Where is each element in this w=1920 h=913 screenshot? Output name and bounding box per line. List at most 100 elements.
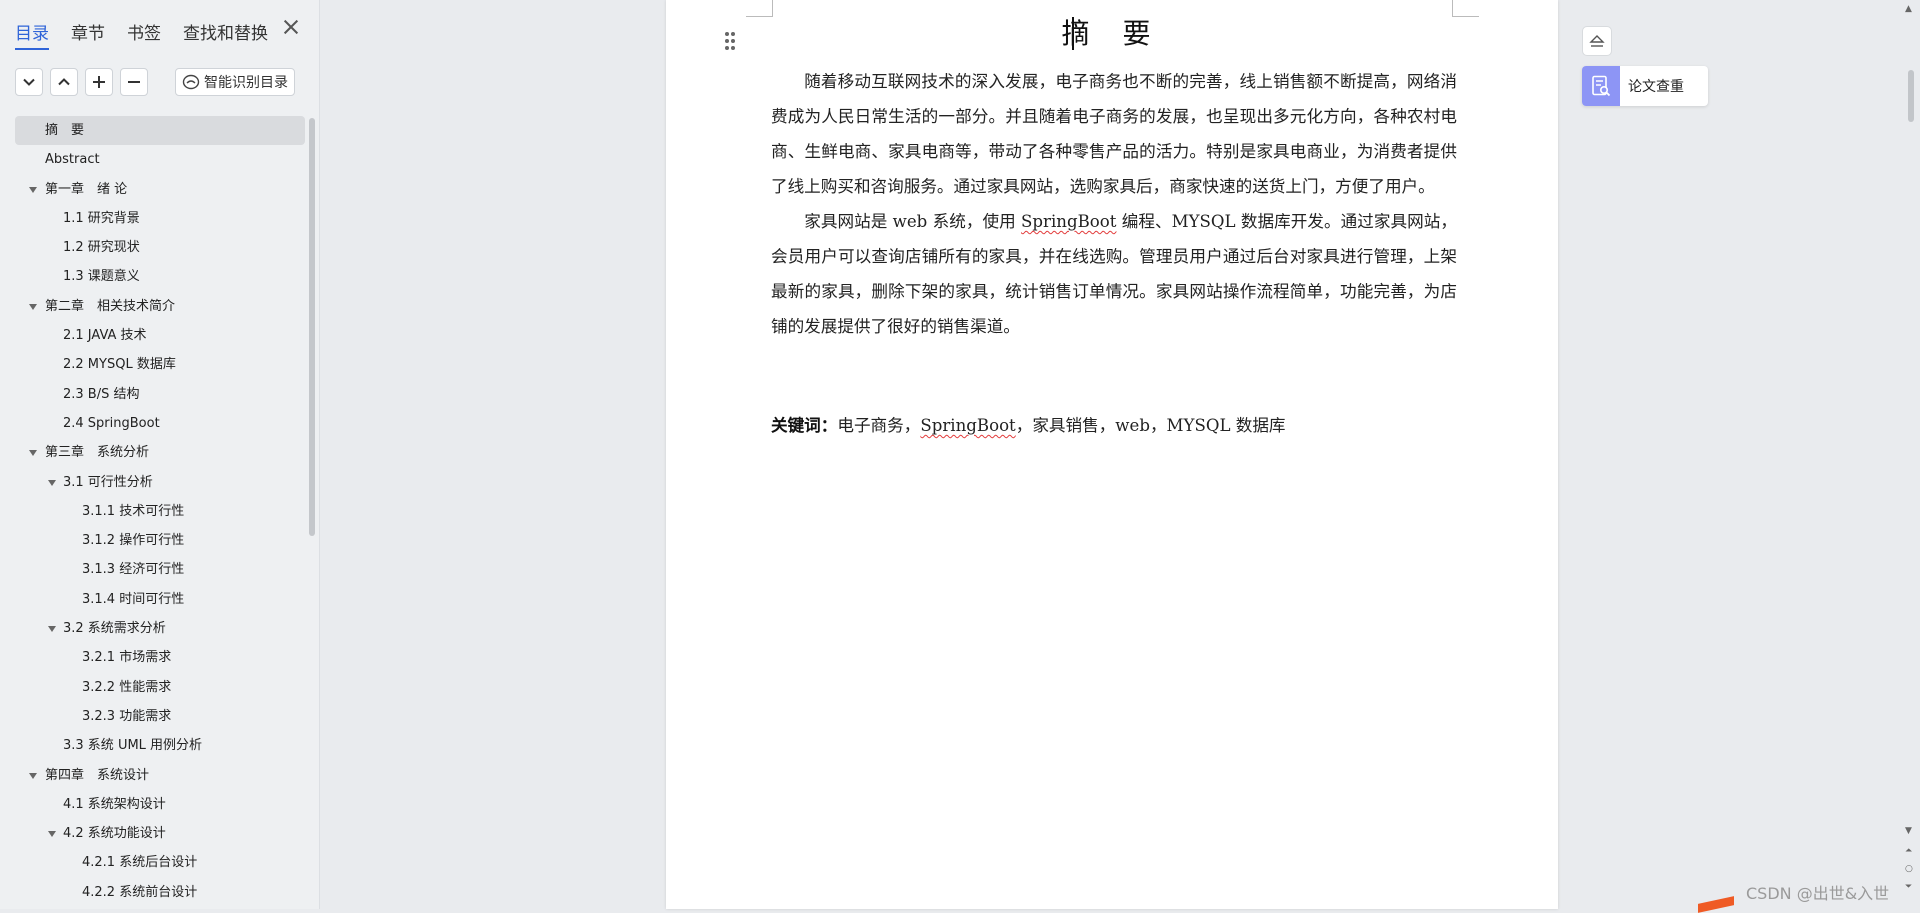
toc-item-label: 4.1 系统架构设计 (63, 796, 166, 812)
toc-item[interactable]: 第二章 相关技术简介 (15, 292, 305, 321)
minus-icon (128, 81, 140, 83)
toc-item-label: 4.2.1 系统后台设计 (82, 855, 198, 871)
toc-item-label: 摘 要 (45, 123, 85, 138)
toc-item[interactable]: 4.1 系统架构设计 (15, 790, 305, 819)
toc-item[interactable]: 第三章 系统分析 (15, 438, 305, 467)
toc-item[interactable]: 1.2 研究现状 (15, 233, 305, 262)
expand-level-button[interactable] (50, 68, 78, 96)
expand-caret-icon[interactable] (29, 772, 37, 779)
document-scrollbar[interactable]: ▲ ▼ ⏶ ○ ⏷ (1900, 0, 1920, 909)
toc-item[interactable]: 2.3 B/S 结构 (15, 380, 305, 409)
toc-item-label: 3.1.4 时间可行性 (82, 591, 185, 607)
toc-item-label: 2.3 B/S 结构 (63, 386, 140, 402)
eject-icon (1589, 35, 1605, 47)
chevron-up-icon (58, 78, 70, 86)
spellcheck-word[interactable]: SpringBoot (1021, 212, 1116, 231)
watermark: CSDN @出世&入世 (1746, 884, 1890, 903)
tab-bookmarks[interactable]: 书签 (127, 19, 161, 44)
document-page[interactable]: 摘 要 随着移动互联网技术的深入发展，电子商务也不断的完善，线上销售额不断提高，… (666, 0, 1558, 909)
select-browse-object-icon[interactable]: ○ (1905, 864, 1913, 874)
toc-item[interactable]: 4.2.2 系统前台设计 (15, 878, 305, 907)
expand-caret-icon[interactable] (29, 450, 37, 457)
toc-item[interactable]: 3.2.3 功能需求 (15, 702, 305, 731)
toc-item-label: 4.2.2 系统前台设计 (82, 884, 198, 900)
toc-item[interactable]: 3.3 系统 UML 用例分析 (15, 731, 305, 760)
toc-item[interactable]: 2.2 MYSQL 数据库 (15, 350, 305, 379)
keywords-label: 关键词： (771, 415, 838, 435)
toc-item-label: 3.3 系统 UML 用例分析 (63, 738, 203, 754)
collapse-panel-button[interactable] (1582, 26, 1612, 56)
plagiarism-check-label: 论文查重 (1628, 79, 1684, 95)
spellcheck-word[interactable]: SpringBoot (920, 416, 1015, 435)
toc-item-label: 3.1 可行性分析 (63, 474, 153, 490)
toc-item[interactable]: 2.1 JAVA 技术 (15, 321, 305, 350)
toc-item-label: 3.1.1 技术可行性 (82, 503, 185, 519)
toc-item-label: 1.3 课题意义 (63, 269, 140, 285)
toc-item[interactable]: 第一章 绪 论 (15, 175, 305, 204)
smart-toc-button[interactable]: 智能识别目录 (175, 68, 295, 96)
keywords-text: 电子商务， (837, 416, 921, 435)
toc-item[interactable]: 3.1.3 经济可行性 (15, 555, 305, 584)
toc-item-label: 3.1.3 经济可行性 (82, 562, 185, 578)
expand-caret-icon[interactable] (48, 479, 56, 486)
toc-item[interactable]: 4.2.1 系统后台设计 (15, 848, 305, 877)
add-heading-button[interactable] (85, 68, 113, 96)
abstract-body[interactable]: 随着移动互联网技术的深入发展，电子商务也不断的完善，线上销售额不断提高，网络消费… (771, 64, 1457, 344)
abstract-paragraph[interactable]: 家具网站是 web 系统，使用 SpringBoot 编程、MYSQL 数据库开… (771, 204, 1457, 344)
keywords-line[interactable]: 关键词：电子商务，SpringBoot，家具销售，web，MYSQL 数据库 (771, 412, 1286, 436)
scrollbar-thumb[interactable] (1908, 70, 1914, 122)
navigation-pane: 目录 章节 书签 查找和替换 智能识别目录 摘 要 Abstract 第一章 绪 论… (0, 0, 320, 909)
next-page-icon[interactable]: ⏷ (1905, 882, 1912, 892)
expand-caret-icon[interactable] (29, 186, 37, 193)
toc-item[interactable]: 3.1.2 操作可行性 (15, 526, 305, 555)
toc-item-label: 3.2.3 功能需求 (82, 708, 172, 724)
toc-item-label: 1.2 研究现状 (63, 240, 140, 256)
toc-item-label: 第二章 相关技术简介 (45, 298, 176, 314)
toc-item-label: 2.1 JAVA 技术 (63, 328, 147, 344)
toc-item[interactable]: 3.1 可行性分析 (15, 468, 305, 497)
smart-recognize-icon (182, 74, 200, 90)
toc-item[interactable]: 3.1.1 技术可行性 (15, 497, 305, 526)
scroll-down-icon[interactable]: ▼ (1905, 826, 1912, 836)
collapse-level-button[interactable] (15, 68, 43, 96)
tab-chapters[interactable]: 章节 (71, 19, 105, 44)
tab-find-replace[interactable]: 查找和替换 (183, 19, 268, 44)
toc-item-label: Abstract (45, 152, 100, 168)
toc-item-label: 3.2 系统需求分析 (63, 621, 166, 637)
expand-caret-icon[interactable] (29, 303, 37, 310)
document-title[interactable]: 摘 要 (666, 12, 1558, 52)
toc-item[interactable]: 摘 要 (15, 116, 305, 146)
scroll-up-icon[interactable]: ▲ (1905, 4, 1912, 14)
smart-toc-label: 智能识别目录 (204, 75, 288, 91)
toc-item[interactable]: 第四章 系统设计 (15, 761, 305, 790)
keywords-text: ，家具销售，web，MYSQL 数据库 (1015, 416, 1286, 435)
toc-item[interactable]: 3.2.1 市场需求 (15, 643, 305, 672)
plagiarism-check-button[interactable]: 论文查重 (1582, 66, 1708, 106)
nav-tabs: 目录 章节 书签 查找和替换 (15, 16, 290, 50)
previous-page-icon[interactable]: ⏶ (1905, 846, 1912, 856)
toc-item[interactable]: 3.2 系统需求分析 (15, 614, 305, 643)
toc-item[interactable]: Abstract (15, 145, 305, 174)
nav-scrollbar[interactable] (309, 118, 315, 536)
toc-item-label: 3.2.1 市场需求 (82, 650, 172, 666)
remove-heading-button[interactable] (120, 68, 148, 96)
close-icon[interactable] (280, 16, 302, 38)
abstract-paragraph[interactable]: 随着移动互联网技术的深入发展，电子商务也不断的完善，线上销售额不断提高，网络消费… (771, 64, 1457, 204)
expand-caret-icon[interactable] (48, 626, 56, 633)
toc-item[interactable]: 1.3 课题意义 (15, 262, 305, 291)
toc-item-label: 3.2.2 性能需求 (82, 679, 172, 695)
toc-item-label: 2.4 SpringBoot (63, 415, 160, 431)
expand-caret-icon[interactable] (48, 831, 56, 838)
toc-item[interactable]: 1.1 研究背景 (15, 204, 305, 233)
toc-item[interactable]: 3.1.4 时间可行性 (15, 585, 305, 614)
toc-item[interactable]: 2.4 SpringBoot (15, 409, 305, 438)
toc-item-label: 3.1.2 操作可行性 (82, 533, 185, 549)
toc-item-label: 4.2 系统功能设计 (63, 826, 166, 842)
tab-toc[interactable]: 目录 (15, 19, 49, 50)
toc-list: 摘 要 Abstract 第一章 绪 论 1.1 研究背景 1.2 研究现状 1.3 课题… (15, 116, 305, 907)
toc-item[interactable]: 3.2.2 性能需求 (15, 673, 305, 702)
document-check-icon (1582, 66, 1620, 106)
chevron-down-icon (23, 78, 35, 86)
toc-toolbar: 智能识别目录 (15, 68, 295, 96)
toc-item[interactable]: 4.2 系统功能设计 (15, 819, 305, 848)
